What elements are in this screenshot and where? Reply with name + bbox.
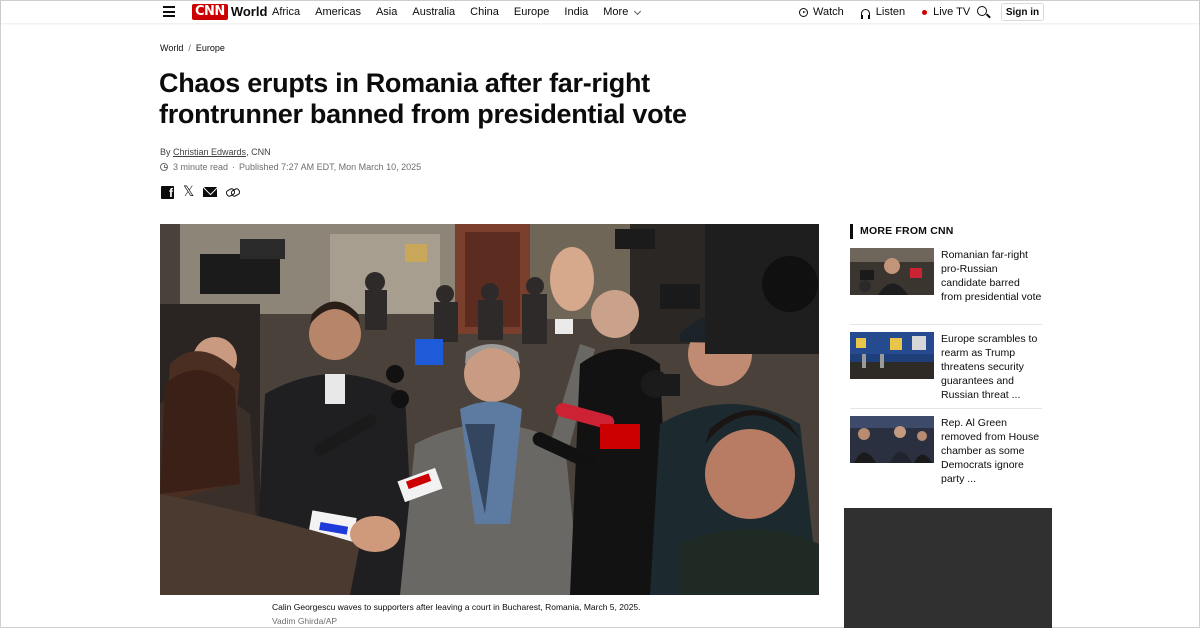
nav-link-india[interactable]: India xyxy=(564,6,588,19)
nav-link-europe[interactable]: Europe xyxy=(514,6,549,19)
page-title: Chaos erupts in Romania after far-right … xyxy=(159,68,687,129)
clock-icon xyxy=(160,163,168,171)
cnn-logo[interactable]: CNN World xyxy=(192,4,267,20)
nav-link-asia[interactable]: Asia xyxy=(376,6,397,19)
breadcrumb-world[interactable]: World xyxy=(160,43,183,53)
top-nav: CNN World Africa Americas Asia Australia… xyxy=(1,1,1199,23)
listen-label: Listen xyxy=(875,6,906,18)
hero-photo-illustration xyxy=(160,224,819,595)
sidebar-divider xyxy=(850,408,1042,409)
author-link[interactable]: Christian Edwards xyxy=(173,147,246,157)
copy-link-icon[interactable] xyxy=(226,189,239,196)
related-story[interactable]: Romanian far-right pro-Russian candidate… xyxy=(850,248,1042,322)
sidebar-divider xyxy=(850,324,1042,325)
related-headline: Europe scrambles to rearm as Trump threa… xyxy=(941,333,1038,401)
image-credit: Vadim Ghirda/AP xyxy=(272,616,338,626)
related-story[interactable]: Rep. Al Green removed from House chamber… xyxy=(850,416,1042,490)
breadcrumb: World / Europe xyxy=(160,43,225,53)
nav-actions: Watch Listen Live TV xyxy=(799,6,987,19)
ad-slot[interactable] xyxy=(844,508,1052,628)
image-caption: Calin Georgescu waves to supporters afte… xyxy=(272,602,641,612)
related-headline: Rep. Al Green removed from House chamber… xyxy=(941,417,1040,485)
watch-label: Watch xyxy=(813,6,844,18)
menu-icon[interactable] xyxy=(163,6,175,17)
search-icon[interactable] xyxy=(977,6,987,16)
chevron-down-icon xyxy=(634,7,642,15)
article-meta: 3 minute read · Published 7:27 AM EDT, M… xyxy=(160,162,421,172)
nav-link-africa[interactable]: Africa xyxy=(272,6,300,19)
email-icon[interactable] xyxy=(203,187,218,197)
nav-link-china[interactable]: China xyxy=(470,6,499,19)
byline-outlet: , CNN xyxy=(246,147,271,157)
related-thumbnail xyxy=(850,248,934,295)
breadcrumb-europe[interactable]: Europe xyxy=(196,43,225,53)
nav-more-label: More xyxy=(603,6,629,18)
sign-in-button[interactable]: Sign in xyxy=(1001,3,1044,21)
breadcrumb-separator: / xyxy=(188,43,191,53)
listen-link[interactable]: Listen xyxy=(860,6,906,19)
share-bar: f 𝕏 xyxy=(161,185,248,199)
byline-prefix: By xyxy=(160,147,171,157)
related-thumbnail xyxy=(850,332,934,379)
watch-link[interactable]: Watch xyxy=(799,6,844,19)
meta-separator: · xyxy=(232,162,236,172)
more-from-heading: MORE FROM CNN xyxy=(850,224,954,239)
hero-image xyxy=(160,224,819,595)
nav-more-button[interactable]: More xyxy=(603,6,642,19)
headphones-icon xyxy=(860,8,870,19)
x-twitter-icon[interactable]: 𝕏 xyxy=(183,185,194,199)
nav-link-australia[interactable]: Australia xyxy=(412,6,455,19)
facebook-icon[interactable]: f xyxy=(161,185,174,199)
related-story[interactable]: Europe scrambles to rearm as Trump threa… xyxy=(850,332,1042,406)
nav-link-americas[interactable]: Americas xyxy=(315,6,361,19)
play-circle-icon xyxy=(799,8,808,17)
byline: By Christian Edwards, CNN xyxy=(160,147,271,157)
edition-nav: Africa Americas Asia Australia China Eur… xyxy=(272,6,655,19)
live-tv-link[interactable]: Live TV xyxy=(922,6,970,19)
related-headline: Romanian far-right pro-Russian candidate… xyxy=(941,249,1042,303)
published-time: Published 7:27 AM EDT, Mon March 10, 202… xyxy=(239,162,422,172)
live-dot-icon xyxy=(922,10,928,15)
related-thumbnail xyxy=(850,416,934,463)
live-tv-label: Live TV xyxy=(933,6,971,18)
section-name: World xyxy=(230,4,268,19)
cnn-logo-mark: CNN xyxy=(192,4,228,20)
read-time: 3 minute read xyxy=(173,162,229,172)
